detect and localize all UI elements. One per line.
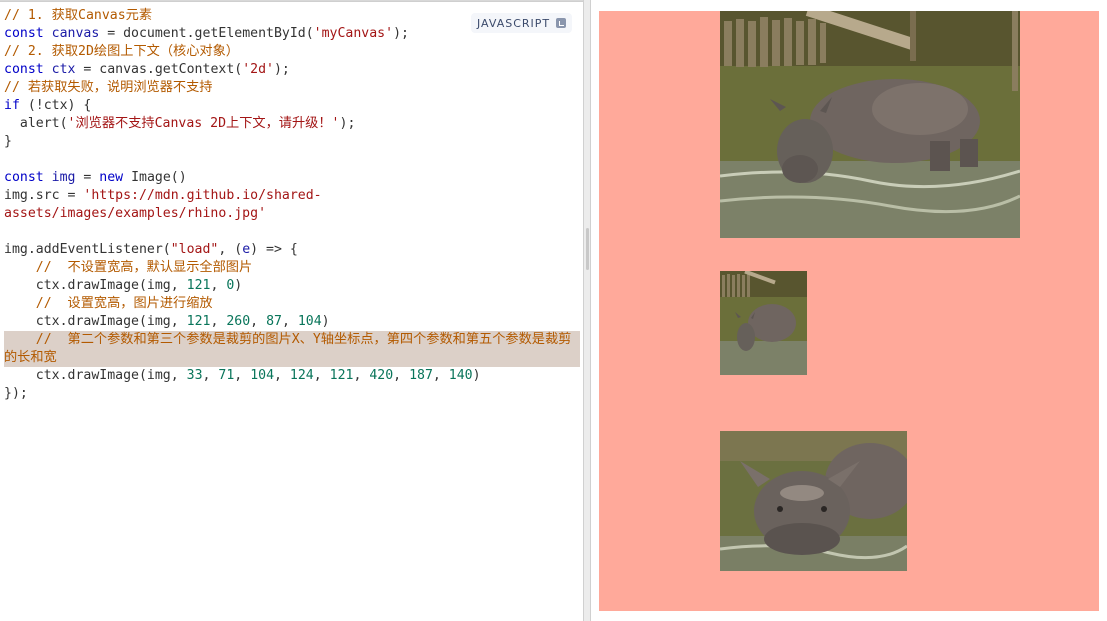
keyword: const xyxy=(4,62,52,77)
code-text: ) => { xyxy=(250,242,298,257)
rhino-image-icon xyxy=(720,431,907,571)
number: 121 xyxy=(186,314,211,329)
number: 104 xyxy=(297,314,322,329)
code-line: const canvas = document.getElementById('… xyxy=(4,25,580,43)
code-line: // 设置宽高，图片进行缩放 xyxy=(4,296,213,311)
code-text: ); xyxy=(273,62,290,77)
number: 187 xyxy=(409,368,433,383)
code-line: // 2. 获取2D绘图上下文（核心对象） xyxy=(4,44,239,59)
code-line: img.src = 'https://mdn.github.io/shared-… xyxy=(4,187,580,223)
number: 121 xyxy=(186,278,211,293)
code-line: const img = new Image() xyxy=(4,169,580,187)
editor-top-border xyxy=(0,1,583,4)
code-line: if (!ctx) { xyxy=(4,97,580,115)
code-text: , xyxy=(210,278,227,293)
code-line: ctx.drawImage(img, 33, 71, 104, 124, 121… xyxy=(4,368,481,383)
code-text: ctx.drawImage(img, xyxy=(4,368,187,383)
number: 33 xyxy=(186,368,203,383)
code-line: const ctx = canvas.getContext('2d'); xyxy=(4,61,580,79)
code-text: = canvas.getContext( xyxy=(75,62,243,77)
code-text: img.addEventListener( xyxy=(4,242,171,257)
code-line: } xyxy=(4,134,12,149)
code-text: img.src = xyxy=(4,188,84,203)
number: 71 xyxy=(218,368,235,383)
string: "load" xyxy=(170,242,219,257)
code-line: // 若获取失败，说明浏览器不支持 xyxy=(4,80,213,95)
variable: img xyxy=(51,170,76,185)
code-line: ctx.drawImage(img, 121, 260, 87, 104) xyxy=(4,314,330,329)
code-line: alert('浏览器不支持Canvas 2D上下文，请升级！'); xyxy=(4,115,580,133)
code-text: = xyxy=(75,170,100,185)
code-text: ) xyxy=(472,368,481,383)
code-line: }); xyxy=(4,386,28,401)
code-text: Image() xyxy=(123,170,187,185)
number: 420 xyxy=(369,368,394,383)
code-editor[interactable]: JAVASCRIPT // 1. 获取Canvas元素 const canvas… xyxy=(0,0,583,621)
string: 'myCanvas' xyxy=(313,26,394,41)
code-line: // 不设置宽高，默认显示全部图片 xyxy=(4,260,253,275)
code-text: ctx.drawImage(img, xyxy=(4,278,187,293)
code-line: img.addEventListener("load", (e) => { xyxy=(4,241,580,259)
rhino-image-icon xyxy=(720,11,1020,238)
number: 260 xyxy=(226,314,251,329)
keyword: const xyxy=(4,26,52,41)
code-text: ) xyxy=(321,314,330,329)
keyword: new xyxy=(99,170,124,185)
canvas-output xyxy=(599,11,1099,611)
number: 87 xyxy=(266,314,282,329)
code-line: ctx.drawImage(img, 121, 0) xyxy=(4,277,580,295)
rhino-full-image xyxy=(720,11,1020,238)
keyword: const xyxy=(4,170,52,185)
variable: e xyxy=(242,242,251,257)
number: 124 xyxy=(289,368,314,383)
code-text: ctx.drawImage(img, xyxy=(4,314,187,329)
rhino-image-icon xyxy=(720,271,807,375)
code-text: (!ctx) { xyxy=(19,98,92,113)
splitter-grip-handle[interactable] xyxy=(586,228,589,270)
code-text: ); xyxy=(393,26,409,41)
preview-pane xyxy=(591,0,1107,621)
number: 140 xyxy=(448,368,473,383)
keyword: if xyxy=(4,98,20,113)
code-text: alert( xyxy=(4,116,68,131)
code-content[interactable]: // 1. 获取Canvas元素 const canvas = document… xyxy=(4,7,580,403)
code-line-selected: // 第二个参数和第三个参数是裁剪的图片X、Y轴坐标点，第四个参数和第五个参数是… xyxy=(4,331,580,367)
code-text: = document.getElementById( xyxy=(99,26,314,41)
pane-splitter[interactable] xyxy=(583,0,591,621)
rhino-scaled-image xyxy=(720,271,807,375)
variable: ctx xyxy=(51,62,76,77)
variable: canvas xyxy=(51,26,100,41)
code-text: ) xyxy=(234,278,243,293)
rhino-cropped-image xyxy=(720,431,907,571)
code-line: // 1. 获取Canvas元素 xyxy=(4,8,153,23)
code-text: , ( xyxy=(218,242,243,257)
number: 104 xyxy=(250,368,275,383)
string: '2d' xyxy=(242,62,274,77)
string: '浏览器不支持Canvas 2D上下文，请升级！' xyxy=(67,116,340,131)
code-text: ); xyxy=(339,116,356,131)
number: 121 xyxy=(329,368,354,383)
